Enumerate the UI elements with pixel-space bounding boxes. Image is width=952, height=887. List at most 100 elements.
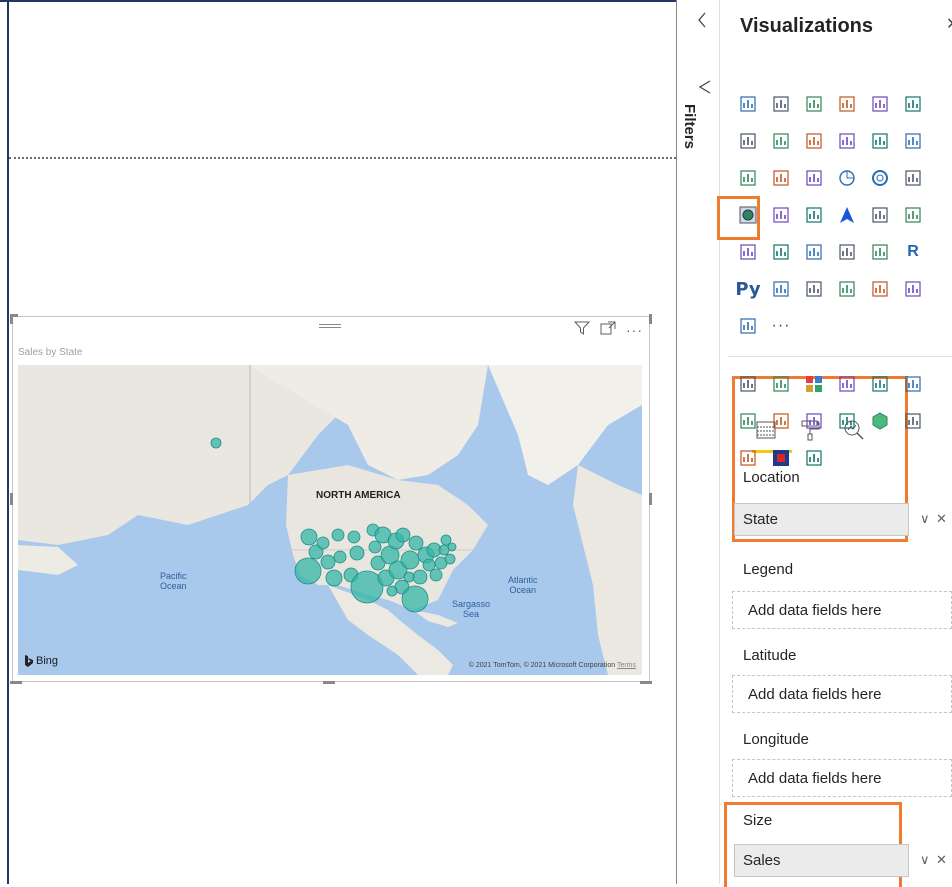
funnel-icon[interactable] bbox=[769, 166, 793, 190]
size-chevron-down-icon[interactable]: ∨ bbox=[920, 852, 930, 868]
custom-image-icon[interactable] bbox=[835, 372, 859, 396]
more-options-icon[interactable]: ··· bbox=[626, 322, 643, 338]
line-column-icon[interactable] bbox=[835, 129, 859, 153]
more-visuals-icon[interactable]: ··· bbox=[769, 314, 793, 338]
custom-grid-icon[interactable] bbox=[802, 372, 826, 396]
resize-handle-br[interactable] bbox=[640, 681, 652, 684]
ribbon-chart-icon[interactable] bbox=[901, 129, 925, 153]
bubble[interactable] bbox=[400, 550, 420, 570]
matrix-icon[interactable] bbox=[868, 240, 892, 264]
focus-mode-icon[interactable] bbox=[600, 321, 616, 339]
smart-narrative-icon[interactable] bbox=[868, 277, 892, 301]
map-visual[interactable]: ··· Sales by State NORTH AMERICA Pacific… bbox=[10, 314, 652, 684]
bubble[interactable] bbox=[331, 528, 345, 542]
pie-chart-icon[interactable] bbox=[835, 166, 859, 190]
stacked-bar-100-icon[interactable] bbox=[802, 92, 826, 116]
custom-drop-icon[interactable] bbox=[835, 409, 859, 433]
filters-pane-collapsed[interactable]: Filters bbox=[677, 0, 720, 884]
bubble[interactable] bbox=[300, 528, 318, 546]
bubble[interactable] bbox=[408, 535, 424, 551]
longitude-drop-field[interactable]: Add data fields here bbox=[732, 759, 952, 797]
terms-link[interactable]: Terms bbox=[617, 662, 636, 669]
treemap-icon[interactable] bbox=[901, 166, 925, 190]
drag-grip[interactable] bbox=[319, 322, 341, 330]
column-100-icon[interactable] bbox=[901, 92, 925, 116]
bubble[interactable] bbox=[347, 530, 361, 544]
custom-gantt-icon[interactable] bbox=[901, 409, 925, 433]
bubble[interactable] bbox=[320, 554, 336, 570]
size-field-sales[interactable]: Sales bbox=[734, 844, 909, 877]
custom-list-icon[interactable] bbox=[901, 372, 925, 396]
filled-map-icon[interactable] bbox=[769, 203, 793, 227]
bubble[interactable] bbox=[429, 568, 443, 582]
table-icon[interactable] bbox=[835, 240, 859, 264]
close-icon[interactable]: ✕ bbox=[946, 14, 952, 34]
custom-slicer-icon[interactable] bbox=[868, 372, 892, 396]
bubble[interactable] bbox=[325, 569, 343, 587]
custom-globe2-icon[interactable] bbox=[802, 446, 826, 470]
clustered-column-icon[interactable] bbox=[769, 92, 793, 116]
latitude-drop-field[interactable]: Add data fields here bbox=[732, 675, 952, 713]
shape-map-icon[interactable] bbox=[802, 203, 826, 227]
custom-liquid-icon[interactable] bbox=[769, 372, 793, 396]
legend-drop-field[interactable]: Add data fields here bbox=[732, 591, 952, 629]
area-chart-icon[interactable] bbox=[769, 129, 793, 153]
custom-heat-icon[interactable] bbox=[769, 446, 793, 470]
decomposition-tree-icon[interactable] bbox=[802, 277, 826, 301]
custom-hexagon-icon[interactable] bbox=[868, 409, 892, 433]
clustered-bar-icon[interactable] bbox=[868, 92, 892, 116]
filter-pane-icon[interactable] bbox=[698, 80, 711, 97]
resize-handle-tl-v[interactable] bbox=[10, 314, 13, 324]
bubble[interactable] bbox=[422, 558, 436, 572]
line-chart-icon[interactable] bbox=[736, 129, 760, 153]
bubble[interactable] bbox=[438, 544, 450, 556]
gauge-icon[interactable] bbox=[868, 203, 892, 227]
bubble[interactable] bbox=[444, 553, 456, 565]
donut-chart-icon[interactable] bbox=[868, 166, 892, 190]
scatter-icon[interactable] bbox=[802, 166, 826, 190]
python-visual-icon[interactable]: Py bbox=[735, 277, 760, 301]
key-influencers-icon[interactable] bbox=[769, 277, 793, 301]
size-remove-icon[interactable]: ✕ bbox=[936, 852, 947, 868]
paginated-report-icon[interactable] bbox=[901, 277, 925, 301]
stacked-area-icon[interactable] bbox=[802, 129, 826, 153]
resize-handle-bottom[interactable] bbox=[323, 681, 335, 684]
resize-handle-right[interactable] bbox=[649, 493, 652, 505]
card-icon[interactable] bbox=[901, 203, 925, 227]
slicer-icon[interactable] bbox=[802, 240, 826, 264]
resize-handle-bl[interactable] bbox=[10, 681, 22, 684]
location-remove-icon[interactable]: ✕ bbox=[936, 511, 947, 527]
filters-label[interactable]: Filters bbox=[681, 104, 698, 149]
bubble[interactable] bbox=[395, 527, 411, 543]
resize-handle-left[interactable] bbox=[10, 493, 13, 505]
map-area[interactable]: NORTH AMERICA Pacific Ocean Atlantic Oce… bbox=[18, 365, 642, 675]
power-apps-icon[interactable] bbox=[736, 314, 760, 338]
bubble[interactable] bbox=[349, 545, 365, 561]
report-canvas[interactable]: ··· Sales by State NORTH AMERICA Pacific… bbox=[0, 0, 700, 884]
custom-line-icon[interactable] bbox=[736, 372, 760, 396]
qa-icon[interactable] bbox=[835, 277, 859, 301]
custom-globe-icon[interactable] bbox=[736, 446, 760, 470]
bubble[interactable] bbox=[386, 585, 398, 597]
column-chart-icon[interactable] bbox=[835, 92, 859, 116]
location-chevron-down-icon[interactable]: ∨ bbox=[920, 511, 930, 527]
bubble[interactable] bbox=[316, 536, 330, 550]
bubble[interactable] bbox=[447, 542, 457, 552]
bubble[interactable] bbox=[403, 571, 415, 583]
bubble[interactable] bbox=[294, 557, 322, 585]
bubble[interactable] bbox=[333, 550, 347, 564]
bubble-alaska[interactable] bbox=[210, 437, 222, 449]
custom-bar-icon[interactable] bbox=[736, 409, 760, 433]
stacked-bar-icon[interactable] bbox=[736, 92, 760, 116]
bubble[interactable] bbox=[412, 569, 428, 585]
custom-cluster-icon[interactable] bbox=[802, 409, 826, 433]
line-clustered-icon[interactable] bbox=[868, 129, 892, 153]
resize-handle-tr[interactable] bbox=[649, 314, 652, 324]
collapse-chevron-icon[interactable] bbox=[697, 12, 707, 33]
bubble[interactable] bbox=[368, 540, 382, 554]
custom-bars-icon[interactable] bbox=[769, 409, 793, 433]
kpi-icon[interactable] bbox=[769, 240, 793, 264]
bubble[interactable] bbox=[401, 585, 429, 613]
filter-icon[interactable] bbox=[573, 321, 591, 339]
azure-map-icon[interactable] bbox=[835, 203, 859, 227]
